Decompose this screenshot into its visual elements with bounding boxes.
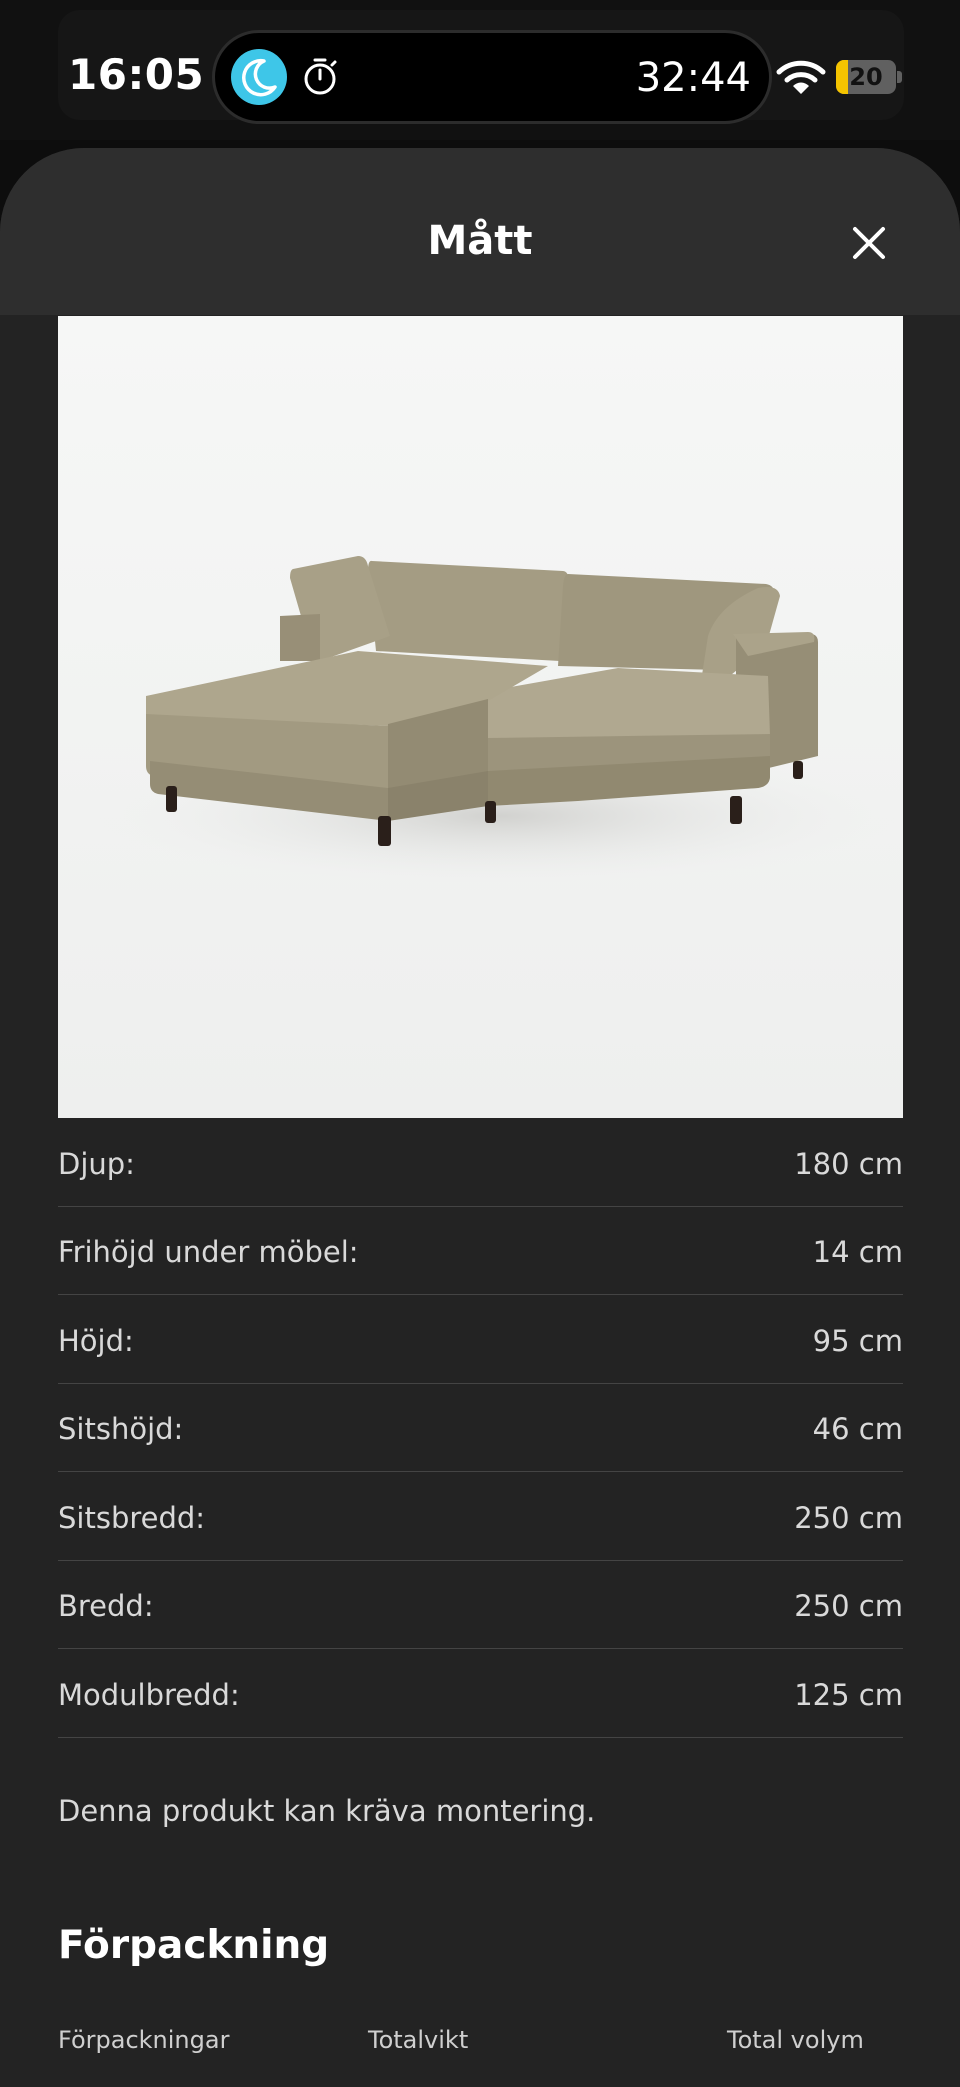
close-button[interactable] xyxy=(838,212,900,274)
battery-icon: 20 xyxy=(836,60,902,94)
dimension-row: Höjd: 95 cm xyxy=(58,1295,903,1384)
dimension-value: 14 cm xyxy=(812,1235,903,1270)
dimension-label: Frihöjd under möbel: xyxy=(58,1235,359,1270)
dimensions-list: Djup: 180 cm Frihöjd under möbel: 14 cm Höjd… xyxy=(58,1118,903,1738)
timer-readout: 32:44 xyxy=(635,55,751,101)
sheet-title: Mått xyxy=(427,218,533,264)
packaging-col-weight: Totalvikt xyxy=(368,2026,469,2054)
sofa-illustration xyxy=(58,316,903,1118)
packaging-col-volume: Total volym xyxy=(727,2026,864,2054)
dimension-row: Sitshöjd: 46 cm xyxy=(58,1384,903,1472)
dimensions-sheet: Mått Djup: 180 cm Frihöjd under möbel: 1… xyxy=(0,148,960,2087)
dimension-row: Sitsbredd: 250 cm xyxy=(58,1472,903,1561)
dimension-value: 180 cm xyxy=(794,1146,903,1181)
close-icon xyxy=(853,227,885,259)
dimension-label: Höjd: xyxy=(58,1323,134,1358)
status-bar: 16:05 32:44 20 xyxy=(0,0,960,140)
dimension-row: Bredd: 250 cm xyxy=(58,1561,903,1649)
assembly-note: Denna produkt kan kräva montering. xyxy=(58,1794,596,1828)
dimension-value: 95 cm xyxy=(812,1323,903,1358)
product-image xyxy=(58,316,903,1118)
dimension-row: Frihöjd under möbel: 14 cm xyxy=(58,1207,903,1295)
dimension-label: Djup: xyxy=(58,1146,135,1181)
dimension-label: Sitsbredd: xyxy=(58,1500,206,1535)
dimension-value: 46 cm xyxy=(812,1412,903,1447)
battery-percentage: 20 xyxy=(849,63,883,91)
dimension-label: Bredd: xyxy=(58,1589,154,1624)
dimension-label: Sitshöjd: xyxy=(58,1412,184,1447)
dimension-row: Modulbredd: 125 cm xyxy=(58,1649,903,1738)
dimension-label: Modulbredd: xyxy=(58,1677,240,1712)
moon-icon xyxy=(231,49,287,105)
packaging-col-packages: Förpackningar xyxy=(58,2026,230,2054)
dimension-row: Djup: 180 cm xyxy=(58,1118,903,1207)
timer-icon xyxy=(304,58,337,95)
dimension-value: 250 cm xyxy=(794,1500,903,1535)
sheet-header: Mått xyxy=(0,148,960,315)
dynamic-island[interactable]: 32:44 xyxy=(212,30,772,124)
status-time: 16:05 xyxy=(68,50,205,99)
dimension-value: 250 cm xyxy=(794,1589,903,1624)
dimension-value: 125 cm xyxy=(794,1677,903,1712)
packaging-title: Förpackning xyxy=(58,1923,330,1968)
wifi-icon xyxy=(776,60,826,94)
